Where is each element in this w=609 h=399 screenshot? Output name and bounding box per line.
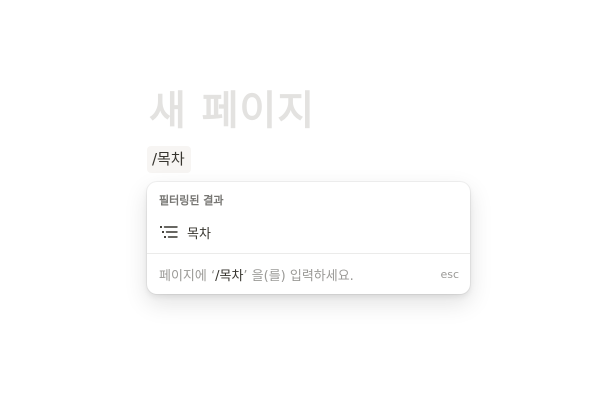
menu-divider [147,253,470,254]
menu-section-title: 필터링된 결과 [159,194,224,207]
footer-prefix: 페이지에 ‘ [159,269,216,284]
menu-item-label: 목차 [187,227,211,242]
footer-query: /목차 [215,269,244,284]
menu-footer-hint: 페이지에 ‘/목차’ 을(를) 입력하세요. [159,265,354,284]
footer-suffix: ’ 을(를) 입력하세요. [243,269,354,284]
esc-hint[interactable]: esc [440,268,459,281]
menu-item-table-of-contents[interactable]: 목차 [151,218,466,246]
slash-command-text[interactable]: /목차 [147,146,191,173]
page-title[interactable]: 새 페이지 [149,78,315,136]
table-of-contents-icon [159,224,179,240]
slash-command-menu: 필터링된 결과 목차 페이지에 ‘/목차’ 을(를) 입력하세요. esc [147,182,470,294]
